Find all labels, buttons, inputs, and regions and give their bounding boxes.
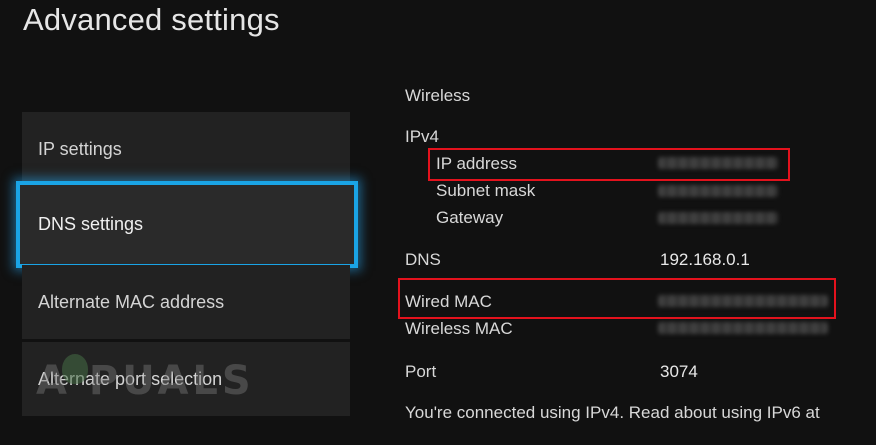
- port-label: Port: [405, 362, 437, 381]
- dns-value: 192.168.0.1: [660, 250, 750, 269]
- menu-item-alternate-mac-address[interactable]: Alternate MAC address: [22, 265, 350, 339]
- dns-label: DNS: [405, 250, 441, 269]
- port-value: 3074: [660, 362, 698, 381]
- connection-type: Wireless: [405, 86, 471, 105]
- ip-version: IPv4: [405, 127, 440, 146]
- watermark: A PUALS: [36, 358, 255, 404]
- subnet-mask-label: Subnet mask: [436, 181, 536, 200]
- menu-item-label: IP settings: [38, 138, 122, 159]
- menu-item-ip-settings[interactable]: IP settings: [22, 112, 350, 186]
- menu-item-label: DNS settings: [38, 214, 144, 234]
- ip-address-highlight: [428, 148, 790, 181]
- subnet-mask-value-redacted: [658, 185, 778, 197]
- ipv6-info-text[interactable]: You're connected using IPv4. Read about …: [405, 403, 820, 423]
- menu-item-label: Alternate MAC address: [38, 291, 225, 312]
- wireless-mac-label: Wireless MAC: [405, 319, 513, 338]
- page-title: Advanced settings: [23, 2, 280, 37]
- wired-mac-highlight: [398, 278, 836, 319]
- gateway-label: Gateway: [436, 208, 504, 227]
- gateway-value-redacted: [658, 212, 778, 224]
- wireless-mac-value-redacted: [658, 322, 828, 334]
- menu-item-dns-settings[interactable]: DNS settings: [16, 181, 358, 268]
